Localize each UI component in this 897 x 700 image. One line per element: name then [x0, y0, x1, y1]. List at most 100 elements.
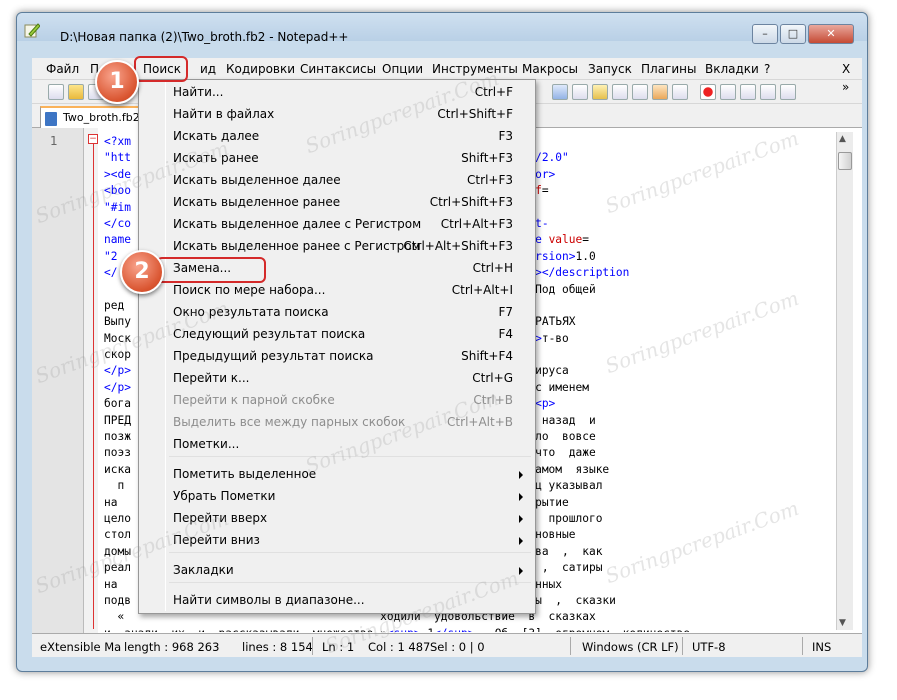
menu-item-shortcut: Ctrl+Shift+F	[437, 107, 513, 121]
menu-syntax[interactable]: Синтаксисы	[300, 62, 376, 76]
menu-item-label[interactable]: Найти...	[173, 85, 223, 99]
code-token: . Об [3] огромном количестве	[474, 627, 690, 632]
code-token: стол	[104, 528, 131, 542]
open-file-icon[interactable]	[68, 84, 84, 100]
menu-item-shortcut: F7	[498, 305, 513, 319]
folder-workspace-icon[interactable]	[652, 84, 668, 100]
menu-item-shortcut: Ctrl+H	[472, 261, 513, 275]
code-token: =	[541, 184, 549, 198]
file-icon	[45, 112, 57, 126]
new-file-icon[interactable]	[48, 84, 64, 100]
code-token: name	[104, 233, 131, 247]
maximize-button[interactable]: □	[780, 24, 806, 44]
code-token: "2	[104, 249, 118, 263]
scroll-down-icon[interactable]: ▼	[839, 618, 846, 628]
doc-map-icon[interactable]	[612, 84, 628, 100]
play-macro-icon[interactable]	[740, 84, 756, 100]
menu-item-shortcut: Shift+F4	[461, 349, 513, 363]
menu-item-shortcut: Ctrl+Alt+I	[451, 283, 513, 297]
search-menu-highlight	[134, 56, 188, 82]
status-encoding: UTF-8	[692, 640, 726, 654]
code-token: </co	[104, 216, 131, 230]
code-token: ред	[104, 298, 125, 312]
code-token: на	[104, 495, 118, 509]
menu-item-label[interactable]: Искать выделенное ранее	[173, 195, 340, 209]
status-length: length : 968 263	[124, 640, 220, 654]
scroll-up-icon[interactable]: ▲	[839, 134, 846, 144]
status-divider	[312, 637, 313, 655]
tab-two-broth[interactable]: Two_broth.fb2	[40, 106, 140, 128]
menu-view[interactable]: ид	[200, 62, 216, 76]
step-1-badge: 1	[95, 60, 139, 104]
code-token: =	[582, 233, 589, 247]
menu-item-shortcut: Ctrl+F3	[467, 173, 513, 187]
menu-item-label[interactable]: Найти в файлах	[173, 107, 274, 121]
menu-item-label[interactable]: Пометки...	[173, 437, 239, 451]
toolbar-overflow-icon[interactable]: »	[842, 80, 849, 94]
menu-item-label[interactable]: Искать выделенное далее	[173, 173, 341, 187]
menu-tabs[interactable]: Вкладки	[705, 62, 759, 76]
status-mode: INS	[812, 640, 832, 654]
save-macro-icon[interactable]	[780, 84, 796, 100]
code-token: п	[104, 479, 125, 493]
code-token: на	[104, 577, 118, 591]
menu-file[interactable]: Файл	[46, 62, 79, 76]
menu-settings[interactable]: Опции	[382, 62, 423, 76]
code-token: т-во	[541, 331, 569, 345]
status-divider	[802, 637, 803, 655]
submenu-arrow-icon	[519, 471, 523, 479]
menu-item-label: Перейти к парной скобке	[173, 393, 335, 407]
close-document-button[interactable]: X	[842, 62, 850, 76]
function-list-icon[interactable]	[632, 84, 648, 100]
wrap-icon[interactable]	[552, 84, 568, 100]
code-token: </sup>	[434, 627, 474, 632]
menu-item-shortcut: Ctrl+Alt+F3	[440, 217, 513, 231]
menu-macro[interactable]: Макросы	[522, 62, 578, 76]
menu-item-label[interactable]: Искать выделенное далее с Регистром	[173, 217, 421, 231]
all-chars-icon[interactable]	[572, 84, 588, 100]
menu-encoding[interactable]: Кодировки	[226, 62, 295, 76]
code-token: </p>	[104, 364, 131, 378]
stop-macro-icon[interactable]	[720, 84, 736, 100]
menu-item-shortcut: Ctrl+Shift+F3	[429, 195, 513, 209]
window-title: D:\Новая папка (2)\Two_broth.fb2 - Notep…	[60, 30, 349, 44]
fold-toggle-icon[interactable]: −	[88, 134, 98, 144]
step-2-badge: 2	[120, 250, 164, 294]
minimize-button[interactable]: –	[752, 24, 778, 44]
menu-item-label[interactable]: Пометить выделенное	[173, 467, 316, 481]
status-column: Col : 1 487	[368, 640, 431, 654]
code-token: Под общей	[535, 282, 596, 296]
menu-plugins[interactable]: Плагины	[641, 62, 696, 76]
code-token: <?xm	[104, 135, 131, 148]
code-token: 1	[421, 627, 434, 632]
code-token: Выпу	[104, 315, 131, 329]
code-token: "htt	[104, 151, 131, 165]
code-token: </p>	[104, 380, 131, 394]
vertical-scrollbar[interactable]: ▲ ▼	[836, 132, 853, 630]
replace-item-highlight	[156, 257, 266, 283]
menu-item-shortcut: Ctrl+G	[472, 371, 513, 385]
scroll-thumb[interactable]	[838, 152, 852, 170]
menu-help[interactable]: ?	[764, 62, 770, 76]
menu-item-label[interactable]: Закладки	[173, 563, 234, 577]
menu-item-label[interactable]: Предыдущий результат поиска	[173, 349, 373, 363]
code-token: «	[104, 610, 125, 624]
monitor-icon[interactable]	[672, 84, 688, 100]
menu-item-label[interactable]: Найти символы в диапазоне...	[173, 593, 365, 607]
status-selection: Sel : 0 | 0	[430, 640, 485, 654]
close-window-button[interactable]: ✕	[808, 24, 854, 44]
record-macro-icon[interactable]	[700, 84, 716, 100]
menu-item-shortcut: Shift+F3	[461, 151, 513, 165]
menu-item-label[interactable]: Убрать Пометки	[173, 489, 275, 503]
indent-guide-icon[interactable]	[592, 84, 608, 100]
menu-item-label[interactable]: Поиск по мере набора...	[173, 283, 325, 297]
run-multiple-macro-icon[interactable]	[760, 84, 776, 100]
code-token: иска	[104, 462, 131, 476]
menu-item-shortcut: Ctrl+Alt+Shift+F3	[403, 239, 513, 253]
menu-item-label[interactable]: Искать выделенное ранее с Регистром	[173, 239, 421, 253]
code-token: позж	[104, 430, 131, 444]
status-divider	[570, 637, 571, 655]
menu-item-shortcut: F4	[498, 327, 513, 341]
menu-run[interactable]: Запуск	[588, 62, 632, 76]
menu-item-label[interactable]: Перейти к...	[173, 371, 250, 385]
